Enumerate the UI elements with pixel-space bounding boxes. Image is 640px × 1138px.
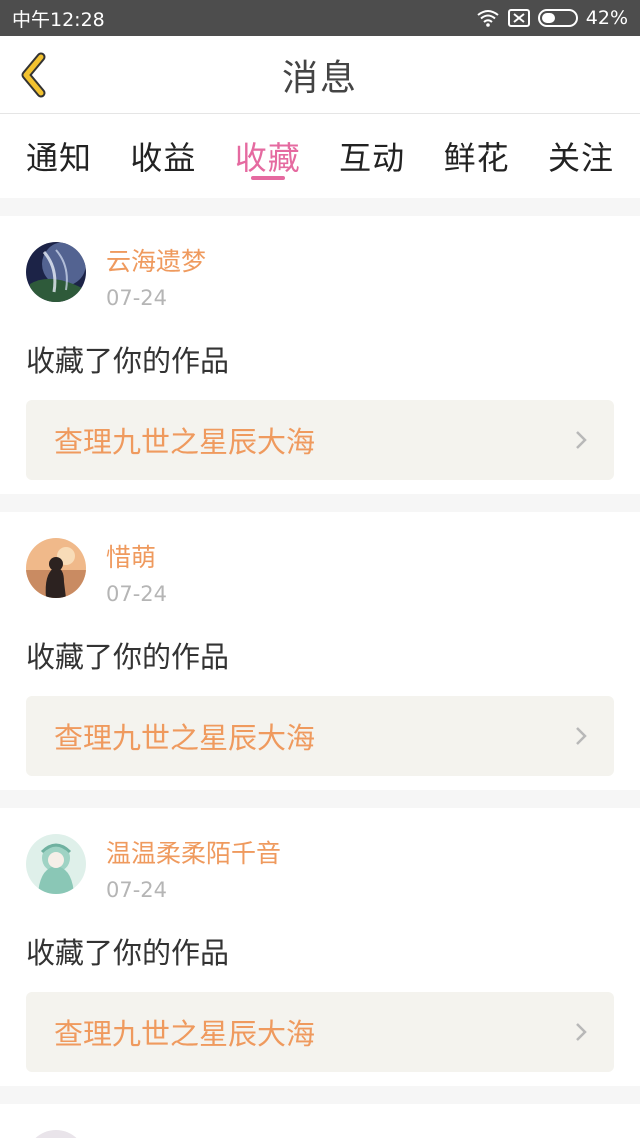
tab-notifications[interactable]: 通知	[26, 114, 92, 198]
message-header: 惜萌 07-24	[26, 538, 614, 606]
user-info: 温温柔柔陌千音 07-24	[106, 834, 281, 902]
back-button[interactable]	[14, 50, 54, 100]
status-bar: 中午12:28 42%	[0, 0, 640, 36]
message-card: 惜萌 07-24 收藏了你的作品 查理九世之星辰大海	[0, 512, 640, 790]
wifi-icon	[477, 10, 499, 27]
avatar[interactable]	[26, 538, 86, 598]
message-list: 云海遗梦 07-24 收藏了你的作品 查理九世之星辰大海 惜萌 07-24 收藏…	[0, 198, 640, 1086]
action-text: 收藏了你的作品	[26, 640, 230, 674]
status-time: 中午12:28	[12, 8, 105, 31]
tab-flowers[interactable]: 鲜花	[444, 114, 510, 198]
message-date: 07-24	[106, 286, 168, 310]
status-indicators: 42%	[476, 7, 628, 29]
message-date: 07-24	[106, 878, 168, 902]
work-link[interactable]: 查理九世之星辰大海	[26, 696, 614, 776]
action-text: 收藏了你的作品	[26, 936, 230, 970]
tab-follows[interactable]: 关注	[548, 114, 614, 198]
tab-favorites[interactable]: 收藏	[235, 114, 301, 198]
chevron-left-icon	[21, 52, 46, 98]
message-header: 云海遗梦 07-24	[26, 242, 614, 310]
message-card: 温温柔柔陌千音 07-24 收藏了你的作品 查理九世之星辰大海	[0, 808, 640, 1086]
chevron-right-icon	[576, 431, 587, 449]
app-header: 消息	[0, 36, 640, 114]
tab-interactions[interactable]: 互动	[339, 114, 405, 198]
battery-percent: 42%	[585, 7, 628, 29]
battery-icon	[537, 9, 578, 27]
sim-off-icon	[507, 9, 530, 27]
work-title: 查理九世之星辰大海	[54, 721, 316, 755]
work-link[interactable]: 查理九世之星辰大海	[26, 400, 614, 480]
username[interactable]: 云海遗梦	[106, 246, 206, 278]
chevron-right-icon	[576, 727, 587, 745]
chevron-right-icon	[576, 1023, 587, 1041]
message-card: 云海遗梦 07-24 收藏了你的作品 查理九世之星辰大海	[0, 216, 640, 494]
user-info: 惜萌 07-24	[106, 538, 167, 606]
work-link[interactable]: 查理九世之星辰大海	[26, 992, 614, 1072]
user-info: 云海遗梦 07-24	[106, 242, 206, 310]
work-title: 查理九世之星辰大海	[54, 425, 316, 459]
page-title: 消息	[281, 57, 358, 99]
message-card-partial	[0, 1104, 640, 1138]
avatar[interactable]	[26, 242, 86, 302]
avatar[interactable]	[26, 834, 86, 894]
username[interactable]: 温温柔柔陌千音	[106, 838, 281, 870]
message-date: 07-24	[106, 582, 168, 606]
avatar[interactable]	[26, 1130, 86, 1138]
tab-bar: 通知 收益 收藏 互动 鲜花 关注	[0, 114, 640, 198]
action-text: 收藏了你的作品	[26, 344, 230, 378]
work-title: 查理九世之星辰大海	[54, 1017, 316, 1051]
message-header: 温温柔柔陌千音 07-24	[26, 834, 614, 902]
tab-earnings[interactable]: 收益	[130, 114, 196, 198]
username[interactable]: 惜萌	[106, 542, 167, 574]
